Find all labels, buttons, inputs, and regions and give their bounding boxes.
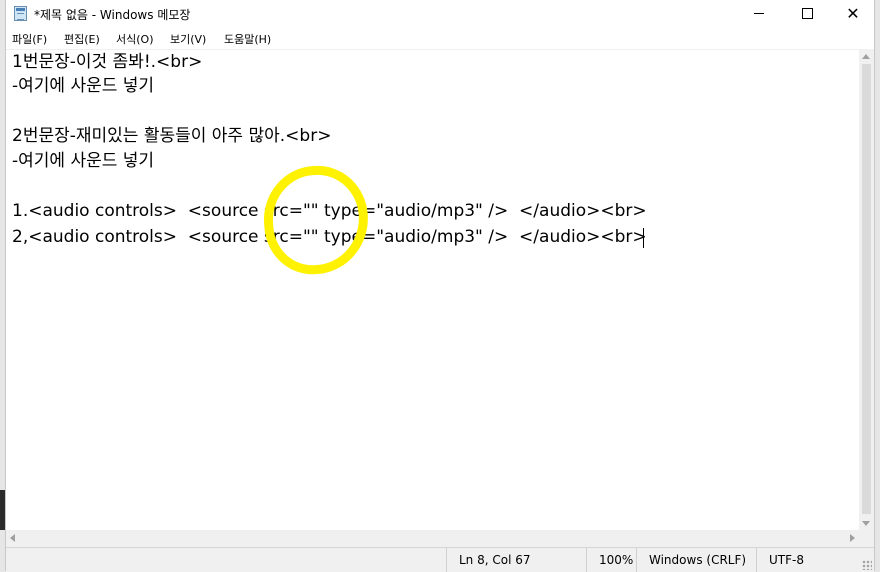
resize-grip-icon[interactable] bbox=[862, 560, 872, 570]
scroll-left-icon[interactable] bbox=[10, 534, 15, 542]
title-bar[interactable]: *제목 없음 - Windows 메모장 ✕ bbox=[6, 0, 874, 27]
vertical-scroll-thumb[interactable] bbox=[862, 64, 871, 514]
notepad-window: *제목 없음 - Windows 메모장 ✕ 파일(F) 편집(E) 서식(O)… bbox=[5, 0, 875, 572]
scrollbar-corner bbox=[859, 530, 874, 547]
window-title: *제목 없음 - Windows 메모장 bbox=[34, 8, 191, 22]
menu-bar: 파일(F) 편집(E) 서식(O) 보기(V) 도움말(H) bbox=[6, 27, 874, 50]
close-button[interactable]: ✕ bbox=[830, 0, 876, 27]
menu-help[interactable]: 도움말(H) bbox=[224, 31, 271, 47]
menu-file[interactable]: 파일(F) bbox=[12, 31, 47, 47]
status-line-ending: Windows (CRLF) bbox=[636, 548, 756, 572]
editor-line: 1번문장-이것 좀봐!.<br> bbox=[12, 52, 203, 72]
scroll-up-icon[interactable] bbox=[862, 54, 870, 59]
editor-line: -여기에 사운드 넣기 bbox=[12, 76, 155, 96]
status-cursor-position: Ln 8, Col 67 bbox=[446, 548, 586, 572]
scroll-down-icon[interactable] bbox=[862, 521, 870, 526]
horizontal-scrollbar[interactable] bbox=[6, 530, 859, 547]
minimize-icon bbox=[754, 13, 764, 14]
menu-format[interactable]: 서식(O) bbox=[116, 31, 153, 47]
editor-line: -여기에 사운드 넣기 bbox=[12, 151, 155, 171]
notepad-icon[interactable] bbox=[14, 6, 27, 21]
status-encoding: UTF-8 bbox=[756, 548, 872, 572]
text-caret bbox=[643, 228, 644, 248]
editor-line: 2번문장-재미있는 활동들이 아주 많아.<br> bbox=[12, 126, 332, 146]
scroll-right-icon[interactable] bbox=[850, 534, 855, 542]
menu-edit[interactable]: 편집(E) bbox=[64, 31, 100, 47]
vertical-scrollbar[interactable] bbox=[859, 50, 874, 530]
status-bar: Ln 8, Col 67 100% Windows (CRLF) UTF-8 bbox=[6, 547, 874, 572]
status-zoom: 100% bbox=[586, 548, 636, 572]
text-editor[interactable]: 1번문장-이것 좀봐!.<br> -여기에 사운드 넣기 2번문장-재미있는 활… bbox=[6, 50, 859, 530]
maximize-button[interactable] bbox=[784, 0, 830, 27]
maximize-icon bbox=[801, 8, 813, 19]
menu-view[interactable]: 보기(V) bbox=[170, 31, 206, 47]
yellow-highlight-circle bbox=[260, 162, 372, 278]
minimize-button[interactable] bbox=[736, 0, 782, 27]
close-icon: ✕ bbox=[846, 3, 860, 23]
